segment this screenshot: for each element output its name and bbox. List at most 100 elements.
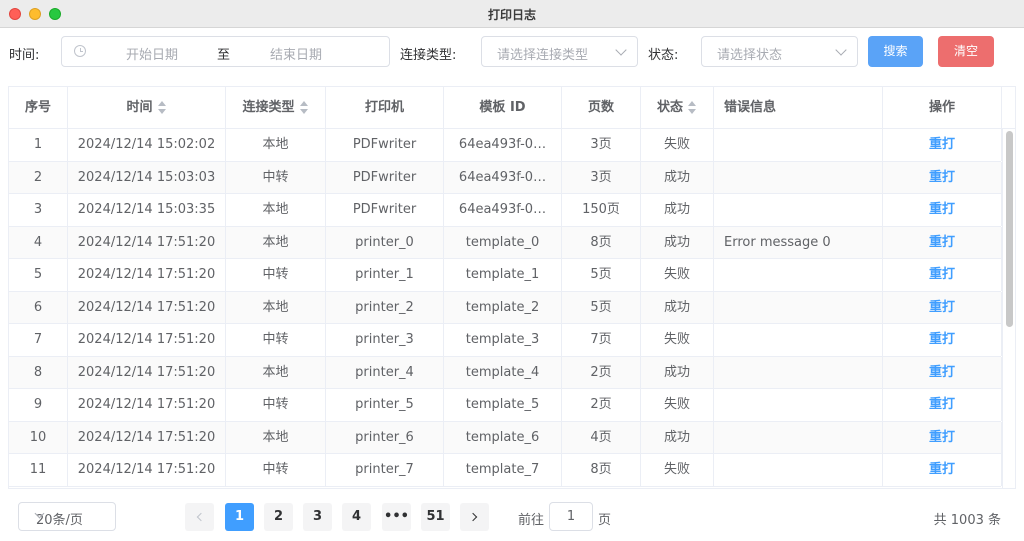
cell-template-id: template_7 bbox=[444, 454, 562, 486]
cell-template-id: 64ea493f-0… bbox=[444, 194, 562, 226]
cell-printer: printer_6 bbox=[326, 421, 444, 454]
cell-index: 9 bbox=[9, 389, 68, 421]
page-button-last[interactable]: 51 bbox=[421, 503, 450, 531]
cell-index: 5 bbox=[9, 259, 68, 291]
connection-type-placeholder: 请选择连接类型 bbox=[497, 48, 589, 63]
cell-error bbox=[714, 291, 883, 324]
cell-printer: printer_2 bbox=[326, 291, 444, 324]
end-date-input[interactable]: 结束日期 bbox=[270, 44, 322, 63]
cell-connection-type: 中转 bbox=[226, 389, 326, 421]
cell-pages: 150页 bbox=[562, 194, 641, 226]
cell-template-id: 64ea493f-0… bbox=[444, 129, 562, 161]
column-header-label: 模板 ID bbox=[479, 100, 526, 115]
cell-error bbox=[714, 389, 883, 421]
goto-page-input[interactable]: 1 bbox=[549, 502, 593, 531]
connection-type-select[interactable]: 请选择连接类型 bbox=[481, 36, 638, 67]
reprint-button[interactable]: 重打 bbox=[883, 389, 1002, 421]
reprint-button[interactable]: 重打 bbox=[883, 194, 1002, 226]
total-count: 共 1003 条 bbox=[933, 513, 1001, 528]
cell-connection-type: 中转 bbox=[226, 454, 326, 486]
reprint-button[interactable]: 重打 bbox=[883, 259, 1002, 291]
chevron-left-icon bbox=[196, 512, 206, 522]
cell-time: 2024/12/14 15:03:03 bbox=[68, 161, 226, 194]
reprint-button[interactable]: 重打 bbox=[883, 226, 1002, 259]
page-button-1[interactable]: 1 bbox=[225, 503, 254, 531]
vertical-scrollbar[interactable] bbox=[1002, 129, 1015, 488]
next-page-button[interactable] bbox=[460, 503, 489, 531]
table-row: 9 2024/12/14 17:51:20 中转 printer_5 template_… bbox=[9, 389, 1002, 422]
cell-time: 2024/12/14 17:51:20 bbox=[68, 226, 226, 259]
window-title: 打印日志 bbox=[487, 8, 536, 22]
cell-status: 成功 bbox=[641, 421, 714, 454]
page-button-3[interactable]: 3 bbox=[303, 503, 332, 531]
column-header-template-id: 模板 ID bbox=[444, 87, 562, 129]
column-header-label: 连接类型 bbox=[242, 100, 295, 115]
column-header-index: 序号 bbox=[9, 87, 68, 129]
scrollbar-thumb[interactable] bbox=[1006, 131, 1013, 327]
reprint-button[interactable]: 重打 bbox=[883, 161, 1002, 194]
more-pages-button[interactable]: ••• bbox=[382, 503, 411, 531]
cell-printer: printer_1 bbox=[326, 259, 444, 291]
cell-error bbox=[714, 421, 883, 454]
header-gutter bbox=[1002, 87, 1015, 129]
page-size-select[interactable]: 20条/页 bbox=[18, 502, 116, 531]
cell-error bbox=[714, 356, 883, 389]
page-button-2[interactable]: 2 bbox=[264, 503, 293, 531]
reprint-button[interactable]: 重打 bbox=[883, 291, 1002, 324]
cell-connection-type: 中转 bbox=[226, 259, 326, 291]
title-bar: 打印日志 bbox=[0, 0, 1024, 28]
chevron-down-icon bbox=[615, 44, 627, 56]
column-header-status[interactable]: 状态 bbox=[641, 87, 714, 129]
cell-time: 2024/12/14 17:51:20 bbox=[68, 259, 226, 291]
column-header-time[interactable]: 时间 bbox=[68, 87, 226, 129]
cell-connection-type: 本地 bbox=[226, 356, 326, 389]
cell-pages: 4页 bbox=[562, 421, 641, 454]
cell-printer: PDFwriter bbox=[326, 129, 444, 161]
cell-error bbox=[714, 259, 883, 291]
cell-status: 成功 bbox=[641, 291, 714, 324]
sort-icon[interactable] bbox=[687, 100, 697, 115]
cell-index: 4 bbox=[9, 226, 68, 259]
column-header-label: 页数 bbox=[587, 100, 614, 115]
reprint-button[interactable]: 重打 bbox=[883, 356, 1002, 389]
cell-time: 2024/12/14 17:51:20 bbox=[68, 324, 226, 356]
reprint-button[interactable]: 重打 bbox=[883, 421, 1002, 454]
date-range-picker[interactable]: 开始日期 至 结束日期 bbox=[61, 36, 390, 67]
cell-time: 2024/12/14 17:51:20 bbox=[68, 291, 226, 324]
table-row: 8 2024/12/14 17:51:20 本地 printer_4 template_… bbox=[9, 356, 1002, 389]
column-header-label: 错误信息 bbox=[724, 100, 777, 115]
table-row: 2 2024/12/14 15:03:03 中转 PDFwriter 64ea493f-… bbox=[9, 161, 1002, 194]
reprint-button[interactable]: 重打 bbox=[883, 129, 1002, 161]
table-row: 1 2024/12/14 15:02:02 本地 PDFwriter 64ea493f-… bbox=[9, 129, 1002, 162]
clear-button[interactable]: 清空 bbox=[938, 36, 994, 67]
cell-error bbox=[714, 129, 883, 161]
sort-icon[interactable] bbox=[157, 100, 167, 115]
reprint-button[interactable]: 重打 bbox=[883, 454, 1002, 486]
cell-printer: printer_3 bbox=[326, 324, 444, 356]
cell-error bbox=[714, 454, 883, 486]
cell-pages: 5页 bbox=[562, 291, 641, 324]
cell-index: 6 bbox=[9, 291, 68, 324]
sort-icon[interactable] bbox=[299, 100, 309, 115]
column-header-connection-type[interactable]: 连接类型 bbox=[226, 87, 326, 129]
search-button[interactable]: 搜索 bbox=[868, 36, 923, 67]
cell-connection-type: 本地 bbox=[226, 194, 326, 226]
column-header-label: 序号 bbox=[24, 100, 51, 115]
cell-pages: 2页 bbox=[562, 389, 641, 421]
reprint-button[interactable]: 重打 bbox=[883, 324, 1002, 356]
cell-time: 2024/12/14 15:02:02 bbox=[68, 129, 226, 161]
prev-page-button[interactable] bbox=[185, 503, 214, 531]
cell-status: 成功 bbox=[641, 194, 714, 226]
cell-pages: 7页 bbox=[562, 324, 641, 356]
start-date-input[interactable]: 开始日期 bbox=[126, 44, 178, 63]
page-button-4[interactable]: 4 bbox=[342, 503, 371, 531]
table-row: 4 2024/12/14 17:51:20 本地 printer_0 template_… bbox=[9, 226, 1002, 259]
cell-template-id: 64ea493f-0… bbox=[444, 161, 562, 194]
cell-printer: PDFwriter bbox=[326, 161, 444, 194]
cell-status: 失败 bbox=[641, 389, 714, 421]
table-row: 11 2024/12/14 17:51:20 中转 printer_7 template… bbox=[9, 454, 1002, 487]
cell-printer: PDFwriter bbox=[326, 194, 444, 226]
status-select[interactable]: 请选择状态 bbox=[701, 36, 858, 67]
cell-template-id: template_3 bbox=[444, 324, 562, 356]
cell-status: 失败 bbox=[641, 324, 714, 356]
